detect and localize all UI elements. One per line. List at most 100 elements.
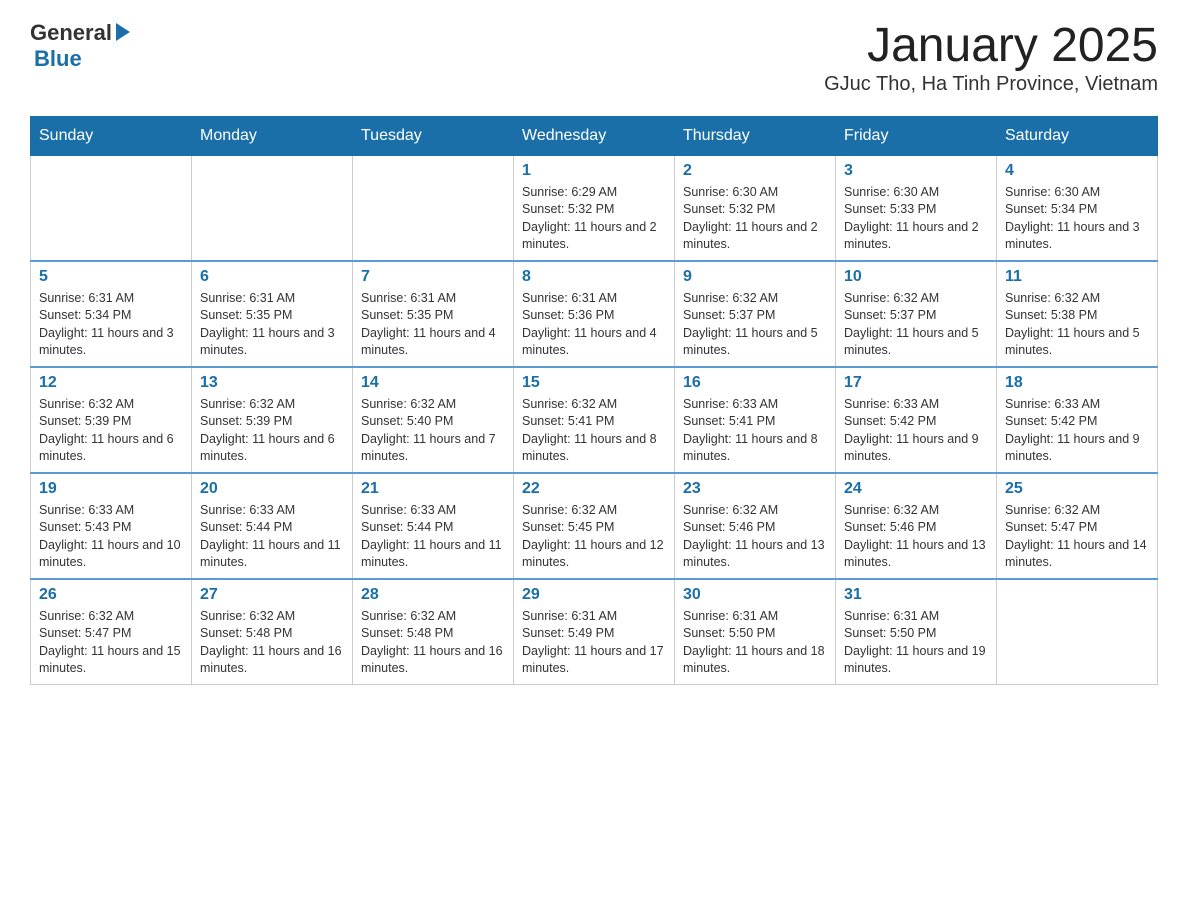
calendar-cell: 21 Sunrise: 6:33 AMSunset: 5:44 PMDayligh… [353, 473, 514, 579]
day-info: Sunrise: 6:32 AMSunset: 5:37 PMDaylight:… [844, 290, 988, 360]
day-number: 29 [522, 586, 666, 604]
day-info: Sunrise: 6:31 AMSunset: 5:50 PMDaylight:… [683, 608, 827, 678]
day-info: Sunrise: 6:32 AMSunset: 5:38 PMDaylight:… [1005, 290, 1149, 360]
day-number: 30 [683, 586, 827, 604]
calendar-cell: 1 Sunrise: 6:29 AMSunset: 5:32 PMDaylight… [514, 155, 675, 261]
day-info: Sunrise: 6:31 AMSunset: 5:35 PMDaylight:… [361, 290, 505, 360]
day-info: Sunrise: 6:32 AMSunset: 5:41 PMDaylight:… [522, 396, 666, 466]
calendar-cell: 22 Sunrise: 6:32 AMSunset: 5:45 PMDayligh… [514, 473, 675, 579]
calendar-cell: 26Sunrise: 6:32 AMSunset: 5:47 PMDayligh… [31, 579, 192, 685]
calendar-cell: 2 Sunrise: 6:30 AMSunset: 5:32 PMDaylight… [675, 155, 836, 261]
day-number: 21 [361, 480, 505, 498]
day-number: 10 [844, 268, 988, 286]
day-info: Sunrise: 6:32 AMSunset: 5:37 PMDaylight:… [683, 290, 827, 360]
calendar-week-row: 19Sunrise: 6:33 AMSunset: 5:43 PMDayligh… [31, 473, 1158, 579]
day-info: Sunrise: 6:29 AMSunset: 5:32 PMDaylight:… [522, 184, 666, 254]
day-info: Sunrise: 6:32 AMSunset: 5:39 PMDaylight:… [200, 396, 344, 466]
page-subtitle: GJuc Tho, Ha Tinh Province, Vietnam [824, 73, 1158, 96]
calendar-week-row: 5 Sunrise: 6:31 AMSunset: 5:34 PMDaylight… [31, 261, 1158, 367]
calendar-week-row: 12 Sunrise: 6:32 AMSunset: 5:39 PMDayligh… [31, 367, 1158, 473]
calendar-cell [997, 579, 1158, 685]
calendar-cell: 24 Sunrise: 6:32 AMSunset: 5:46 PMDayligh… [836, 473, 997, 579]
day-info: Sunrise: 6:30 AMSunset: 5:33 PMDaylight:… [844, 184, 988, 254]
day-info: Sunrise: 6:32 AMSunset: 5:46 PMDaylight:… [844, 502, 988, 572]
calendar-header-row: SundayMondayTuesdayWednesdayThursdayFrid… [31, 116, 1158, 155]
day-number: 23 [683, 480, 827, 498]
day-number: 6 [200, 268, 344, 286]
calendar-cell: 13 Sunrise: 6:32 AMSunset: 5:39 PMDayligh… [192, 367, 353, 473]
calendar-day-header: Monday [192, 116, 353, 155]
calendar-cell: 15Sunrise: 6:32 AMSunset: 5:41 PMDayligh… [514, 367, 675, 473]
calendar-cell: 25Sunrise: 6:32 AMSunset: 5:47 PMDayligh… [997, 473, 1158, 579]
day-number: 3 [844, 162, 988, 180]
calendar-cell: 5 Sunrise: 6:31 AMSunset: 5:34 PMDaylight… [31, 261, 192, 367]
calendar-day-header: Wednesday [514, 116, 675, 155]
day-info: Sunrise: 6:30 AMSunset: 5:32 PMDaylight:… [683, 184, 827, 254]
day-info: Sunrise: 6:33 AMSunset: 5:44 PMDaylight:… [200, 502, 344, 572]
calendar-cell: 16Sunrise: 6:33 AMSunset: 5:41 PMDayligh… [675, 367, 836, 473]
day-number: 31 [844, 586, 988, 604]
calendar-week-row: 26Sunrise: 6:32 AMSunset: 5:47 PMDayligh… [31, 579, 1158, 685]
day-info: Sunrise: 6:32 AMSunset: 5:45 PMDaylight:… [522, 502, 666, 572]
calendar-header: SundayMondayTuesdayWednesdayThursdayFrid… [31, 116, 1158, 155]
day-number: 28 [361, 586, 505, 604]
day-number: 7 [361, 268, 505, 286]
logo-triangle-icon [116, 23, 130, 41]
calendar-day-header: Tuesday [353, 116, 514, 155]
calendar-cell: 20 Sunrise: 6:33 AMSunset: 5:44 PMDayligh… [192, 473, 353, 579]
day-info: Sunrise: 6:30 AMSunset: 5:34 PMDaylight:… [1005, 184, 1149, 254]
calendar-day-header: Sunday [31, 116, 192, 155]
day-number: 27 [200, 586, 344, 604]
calendar-cell: 29 Sunrise: 6:31 AMSunset: 5:49 PMDayligh… [514, 579, 675, 685]
calendar-body: 1 Sunrise: 6:29 AMSunset: 5:32 PMDaylight… [31, 155, 1158, 684]
page-header: General Blue January 2025 GJuc Tho, Ha T… [30, 20, 1158, 96]
day-info: Sunrise: 6:32 AMSunset: 5:46 PMDaylight:… [683, 502, 827, 572]
day-info: Sunrise: 6:31 AMSunset: 5:36 PMDaylight:… [522, 290, 666, 360]
calendar-cell: 31 Sunrise: 6:31 AMSunset: 5:50 PMDayligh… [836, 579, 997, 685]
calendar-cell: 18 Sunrise: 6:33 AMSunset: 5:42 PMDayligh… [997, 367, 1158, 473]
day-info: Sunrise: 6:32 AMSunset: 5:39 PMDaylight:… [39, 396, 183, 466]
calendar-cell: 4 Sunrise: 6:30 AMSunset: 5:34 PMDaylight… [997, 155, 1158, 261]
day-info: Sunrise: 6:33 AMSunset: 5:41 PMDaylight:… [683, 396, 827, 466]
day-number: 5 [39, 268, 183, 286]
day-info: Sunrise: 6:32 AMSunset: 5:47 PMDaylight:… [39, 608, 183, 678]
calendar-cell: 30 Sunrise: 6:31 AMSunset: 5:50 PMDayligh… [675, 579, 836, 685]
day-number: 1 [522, 162, 666, 180]
day-number: 25 [1005, 480, 1149, 498]
day-number: 22 [522, 480, 666, 498]
day-number: 11 [1005, 268, 1149, 286]
day-number: 20 [200, 480, 344, 498]
day-number: 19 [39, 480, 183, 498]
logo-blue-text: Blue [34, 46, 82, 72]
calendar-cell: 28Sunrise: 6:32 AMSunset: 5:48 PMDayligh… [353, 579, 514, 685]
day-number: 18 [1005, 374, 1149, 392]
day-number: 14 [361, 374, 505, 392]
calendar-cell: 14Sunrise: 6:32 AMSunset: 5:40 PMDayligh… [353, 367, 514, 473]
day-info: Sunrise: 6:31 AMSunset: 5:50 PMDaylight:… [844, 608, 988, 678]
calendar-cell: 12 Sunrise: 6:32 AMSunset: 5:39 PMDayligh… [31, 367, 192, 473]
calendar-cell: 10 Sunrise: 6:32 AMSunset: 5:37 PMDayligh… [836, 261, 997, 367]
calendar-day-header: Thursday [675, 116, 836, 155]
day-info: Sunrise: 6:31 AMSunset: 5:49 PMDaylight:… [522, 608, 666, 678]
day-info: Sunrise: 6:32 AMSunset: 5:48 PMDaylight:… [200, 608, 344, 678]
day-number: 4 [1005, 162, 1149, 180]
calendar-cell: 9 Sunrise: 6:32 AMSunset: 5:37 PMDaylight… [675, 261, 836, 367]
calendar-cell: 23 Sunrise: 6:32 AMSunset: 5:46 PMDayligh… [675, 473, 836, 579]
calendar-cell: 7 Sunrise: 6:31 AMSunset: 5:35 PMDaylight… [353, 261, 514, 367]
calendar-table: SundayMondayTuesdayWednesdayThursdayFrid… [30, 116, 1158, 685]
logo-general-text: General [30, 20, 112, 46]
day-number: 9 [683, 268, 827, 286]
day-info: Sunrise: 6:31 AMSunset: 5:34 PMDaylight:… [39, 290, 183, 360]
calendar-week-row: 1 Sunrise: 6:29 AMSunset: 5:32 PMDaylight… [31, 155, 1158, 261]
day-info: Sunrise: 6:33 AMSunset: 5:42 PMDaylight:… [1005, 396, 1149, 466]
day-number: 12 [39, 374, 183, 392]
day-info: Sunrise: 6:33 AMSunset: 5:44 PMDaylight:… [361, 502, 505, 572]
calendar-cell: 27 Sunrise: 6:32 AMSunset: 5:48 PMDayligh… [192, 579, 353, 685]
day-number: 2 [683, 162, 827, 180]
day-number: 13 [200, 374, 344, 392]
page-title: January 2025 [824, 20, 1158, 73]
day-info: Sunrise: 6:33 AMSunset: 5:42 PMDaylight:… [844, 396, 988, 466]
day-number: 24 [844, 480, 988, 498]
calendar-cell: 6 Sunrise: 6:31 AMSunset: 5:35 PMDaylight… [192, 261, 353, 367]
day-info: Sunrise: 6:31 AMSunset: 5:35 PMDaylight:… [200, 290, 344, 360]
